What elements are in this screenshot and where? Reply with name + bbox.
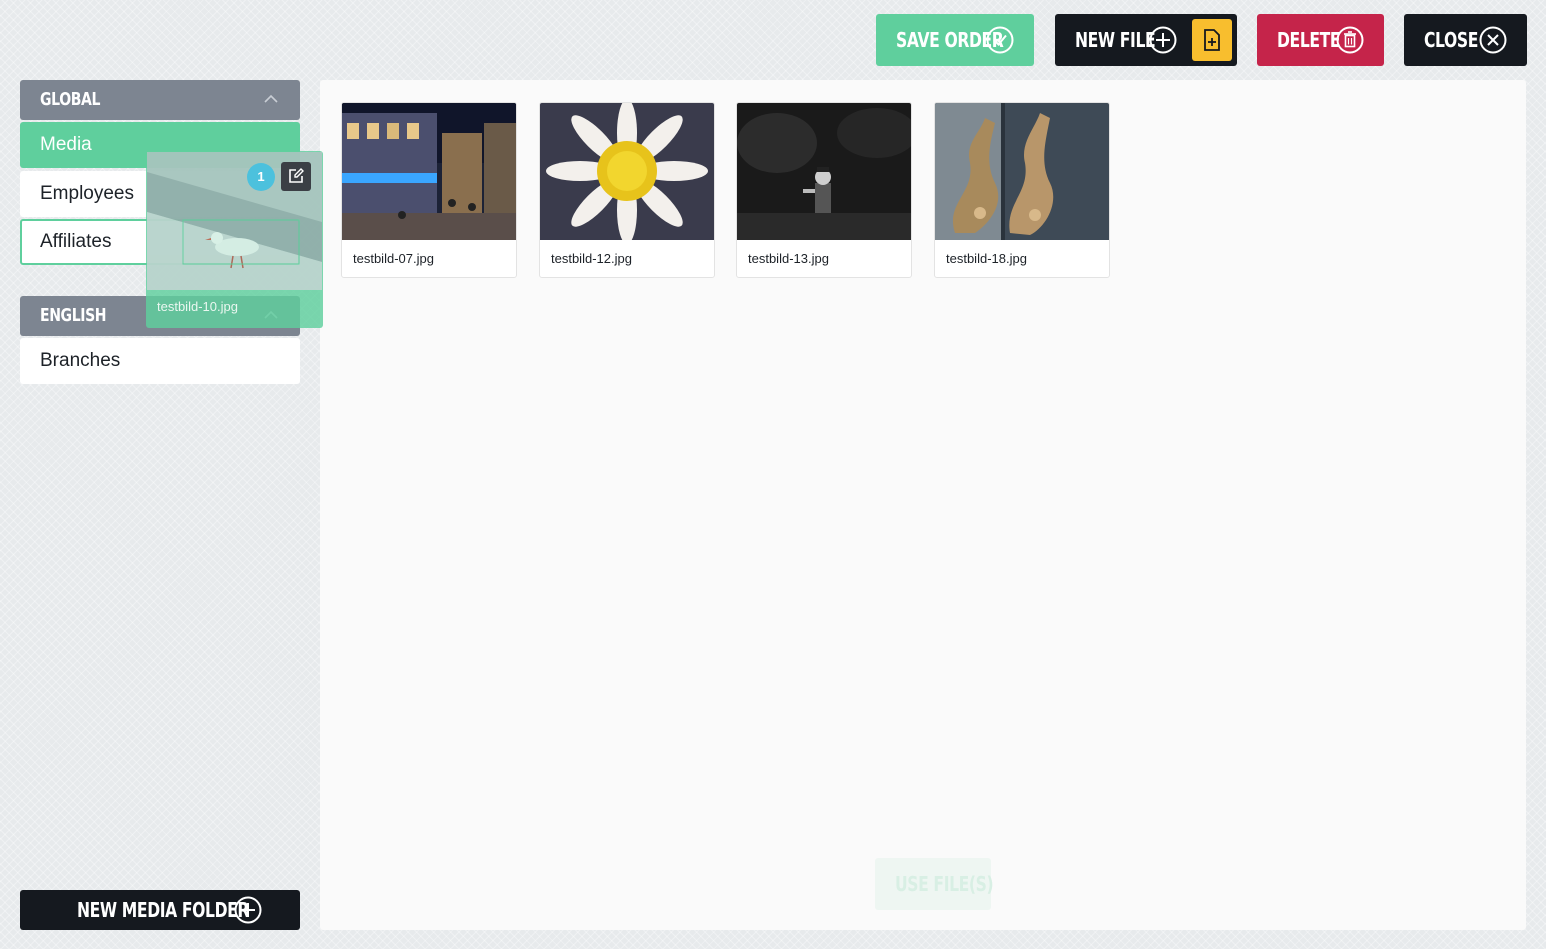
selection-count-badge: 1 <box>247 163 275 191</box>
delete-button[interactable]: DELETE <box>1257 14 1384 66</box>
file-name: testbild-10.jpg <box>157 299 238 314</box>
file-card[interactable]: testbild-12.jpg <box>539 102 715 278</box>
file-name: testbild-18.jpg <box>946 251 1027 266</box>
file-grid-panel: testbild-07.jpg testbild-12.jpg testbild… <box>320 80 1526 930</box>
new-file-label: NEW FILE <box>1075 28 1156 52</box>
file-card[interactable]: testbild-13.jpg <box>736 102 912 278</box>
section-header-global[interactable]: GLOBAL <box>20 80 300 120</box>
file-card[interactable]: testbild-18.jpg <box>934 102 1110 278</box>
check-circle-icon <box>986 26 1014 54</box>
file-plus-icon <box>1204 29 1220 51</box>
close-button[interactable]: CLOSE <box>1404 14 1527 66</box>
use-files-button[interactable]: USE FILE(S) <box>875 858 994 910</box>
file-name: testbild-07.jpg <box>353 251 434 266</box>
new-media-folder-label: NEW MEDIA FOLDER <box>77 898 250 922</box>
file-name: testbild-13.jpg <box>748 251 829 266</box>
new-media-folder-button[interactable]: NEW MEDIA FOLDER <box>20 890 300 930</box>
dragged-file-card[interactable]: 1 testbild-10.jpg <box>146 151 323 328</box>
file-thumbnail <box>342 103 516 240</box>
close-label: CLOSE <box>1424 28 1479 52</box>
close-icon <box>1479 26 1507 54</box>
edit-icon <box>289 168 304 183</box>
file-thumbnail <box>737 103 911 240</box>
plus-circle-icon <box>1149 26 1177 54</box>
section-title: ENGLISH <box>40 305 107 326</box>
upload-file-button[interactable] <box>1192 19 1232 61</box>
sidebar-item-branches[interactable]: Branches <box>20 338 300 384</box>
chevron-up-icon[interactable] <box>264 94 278 103</box>
new-file-button[interactable]: NEW FILE <box>1055 14 1237 66</box>
section-title: GLOBAL <box>40 89 101 110</box>
edit-file-button[interactable] <box>281 162 311 191</box>
save-order-button[interactable]: SAVE ORDER <box>876 14 1034 66</box>
delete-label: DELETE <box>1277 28 1341 52</box>
file-thumbnail <box>540 103 714 240</box>
file-thumbnail <box>935 103 1109 240</box>
trash-icon <box>1336 26 1364 54</box>
file-card[interactable]: testbild-07.jpg <box>341 102 517 278</box>
plus-circle-icon <box>234 896 262 924</box>
use-files-label: USE FILE(S) <box>895 872 994 896</box>
file-name: testbild-12.jpg <box>551 251 632 266</box>
